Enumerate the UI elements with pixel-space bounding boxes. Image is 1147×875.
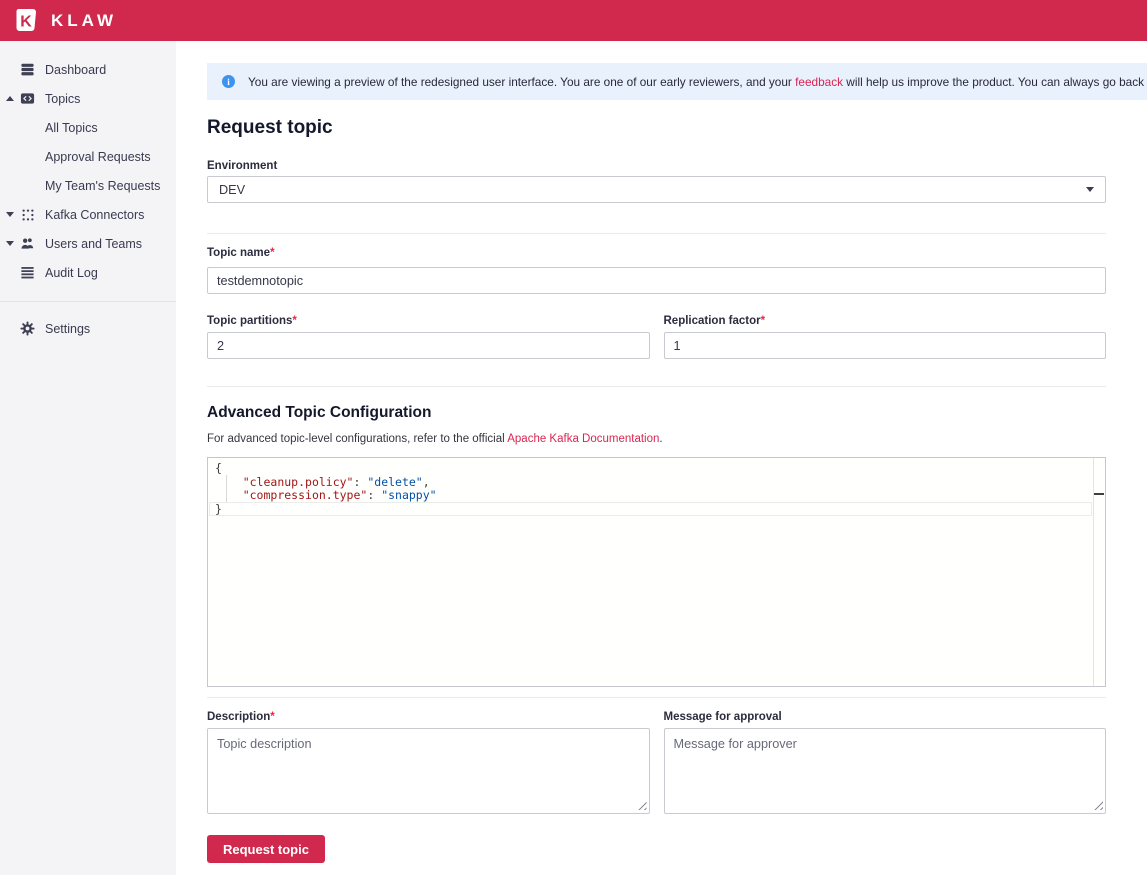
request-topic-form: Request topic Environment DEV Topic name… xyxy=(207,117,1106,863)
svg-text:K: K xyxy=(20,14,32,31)
dashboard-icon xyxy=(20,62,35,77)
sidebar-item-label: All Topics xyxy=(45,121,98,135)
preview-banner: i You are viewing a preview of the redes… xyxy=(207,63,1147,100)
sidebar-item-my-teams-requests[interactable]: My Team's Requests xyxy=(0,171,176,200)
info-icon: i xyxy=(222,75,235,88)
environment-select[interactable]: DEV xyxy=(207,176,1106,203)
app-header: K KLAW xyxy=(0,0,1147,41)
editor-ruler-marker xyxy=(1094,493,1104,495)
chevron-down-icon xyxy=(6,241,14,246)
required-asterisk: * xyxy=(292,315,296,327)
sidebar-item-label: Topics xyxy=(45,92,80,106)
request-topic-button[interactable]: Request topic xyxy=(207,835,325,863)
gear-icon xyxy=(20,321,35,336)
banner-text: will help us improve the product. You ca… xyxy=(843,75,1147,89)
section-divider xyxy=(207,233,1106,234)
required-asterisk: * xyxy=(761,315,765,327)
advanced-config-title: Advanced Topic Configuration xyxy=(207,404,1106,421)
chevron-down-icon xyxy=(6,212,14,217)
sidebar-item-topics[interactable]: Topics xyxy=(0,84,176,113)
replication-factor-label: Replication factor* xyxy=(664,315,1107,327)
sidebar: Dashboard Topics All Topics Approval Req… xyxy=(0,41,176,875)
sidebar-item-label: Kafka Connectors xyxy=(45,208,144,222)
topic-partitions-label: Topic partitions* xyxy=(207,315,650,327)
section-divider xyxy=(207,386,1106,387)
sidebar-item-audit-log[interactable]: Audit Log xyxy=(0,258,176,287)
sidebar-item-label: Users and Teams xyxy=(45,237,142,251)
sidebar-item-users-and-teams[interactable]: Users and Teams xyxy=(0,229,176,258)
users-icon xyxy=(20,236,35,251)
sidebar-divider xyxy=(0,301,176,302)
topic-name-label: Topic name* xyxy=(207,247,1106,259)
sidebar-item-label: Audit Log xyxy=(45,266,98,280)
sidebar-item-kafka-connectors[interactable]: Kafka Connectors xyxy=(0,200,176,229)
klaw-logo-icon: K xyxy=(13,7,40,34)
required-asterisk: * xyxy=(270,247,274,259)
section-divider xyxy=(207,697,1106,698)
brand-name: KLAW xyxy=(51,11,117,31)
environment-label: Environment xyxy=(207,160,1106,172)
page-title: Request topic xyxy=(207,117,1106,138)
message-for-approval-label: Message for approval xyxy=(664,711,1107,723)
required-asterisk: * xyxy=(270,711,274,723)
sidebar-item-label: Dashboard xyxy=(45,63,106,77)
message-for-approval-textarea[interactable] xyxy=(664,728,1107,814)
environment-selected-value: DEV xyxy=(219,183,245,197)
banner-text: You are viewing a preview of the redesig… xyxy=(248,75,795,89)
audit-log-icon xyxy=(20,265,35,280)
sidebar-item-label: My Team's Requests xyxy=(45,179,160,193)
replication-factor-input[interactable] xyxy=(664,332,1107,359)
sidebar-item-all-topics[interactable]: All Topics xyxy=(0,113,176,142)
chevron-up-icon xyxy=(6,96,14,101)
sidebar-item-label: Approval Requests xyxy=(45,150,151,164)
description-textarea[interactable] xyxy=(207,728,650,814)
advanced-config-editor[interactable]: { "cleanup.policy": "delete", "compressi… xyxy=(207,457,1106,687)
connectors-icon xyxy=(20,207,35,222)
config-editor-code: { "cleanup.policy": "delete", "compressi… xyxy=(208,458,1105,516)
sidebar-item-settings[interactable]: Settings xyxy=(0,314,176,343)
sidebar-item-dashboard[interactable]: Dashboard xyxy=(0,55,176,84)
topics-icon xyxy=(20,91,35,106)
feedback-link[interactable]: feedback xyxy=(795,75,843,89)
description-label: Description* xyxy=(207,711,650,723)
kafka-docs-link[interactable]: Apache Kafka Documentation xyxy=(507,433,659,445)
topic-name-input[interactable] xyxy=(207,267,1106,294)
topic-partitions-input[interactable] xyxy=(207,332,650,359)
sidebar-item-label: Settings xyxy=(45,322,90,336)
main-content: i You are viewing a preview of the redes… xyxy=(176,41,1147,875)
editor-scrollbar[interactable] xyxy=(1093,458,1105,686)
advanced-config-hint: For advanced topic-level configurations,… xyxy=(207,433,1106,446)
klaw-logo[interactable]: K KLAW xyxy=(13,7,117,34)
sidebar-item-approval-requests[interactable]: Approval Requests xyxy=(0,142,176,171)
select-caret-icon xyxy=(1086,187,1094,192)
